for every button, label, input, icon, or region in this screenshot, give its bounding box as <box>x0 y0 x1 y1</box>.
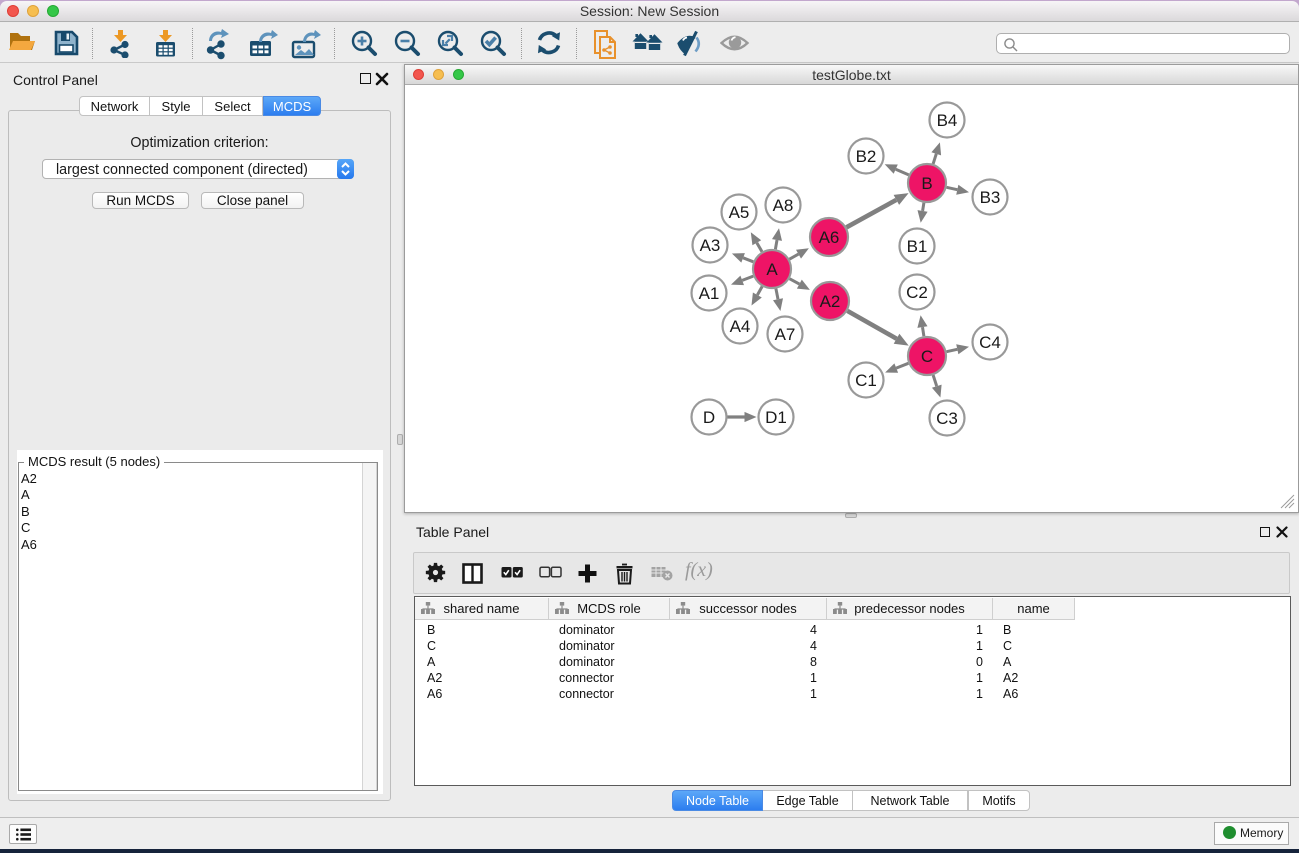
svg-text:B: B <box>921 174 932 193</box>
svg-text:A8: A8 <box>773 196 794 215</box>
svg-text:B1: B1 <box>907 237 928 256</box>
svg-text:D: D <box>703 408 715 427</box>
svg-text:A4: A4 <box>730 317 751 336</box>
svg-text:A1: A1 <box>699 284 720 303</box>
svg-text:B2: B2 <box>856 147 877 166</box>
svg-text:B4: B4 <box>937 111 958 130</box>
svg-text:A5: A5 <box>729 203 750 222</box>
svg-text:B3: B3 <box>980 188 1001 207</box>
svg-text:C: C <box>921 347 933 366</box>
svg-text:C3: C3 <box>936 409 958 428</box>
svg-text:A3: A3 <box>700 236 721 255</box>
svg-text:D1: D1 <box>765 408 787 427</box>
svg-text:C4: C4 <box>979 333 1001 352</box>
svg-text:A: A <box>766 260 778 279</box>
svg-text:A2: A2 <box>820 292 841 311</box>
svg-text:C2: C2 <box>906 283 928 302</box>
svg-text:C1: C1 <box>855 371 877 390</box>
svg-text:A6: A6 <box>819 228 840 247</box>
svg-text:A7: A7 <box>775 325 796 344</box>
